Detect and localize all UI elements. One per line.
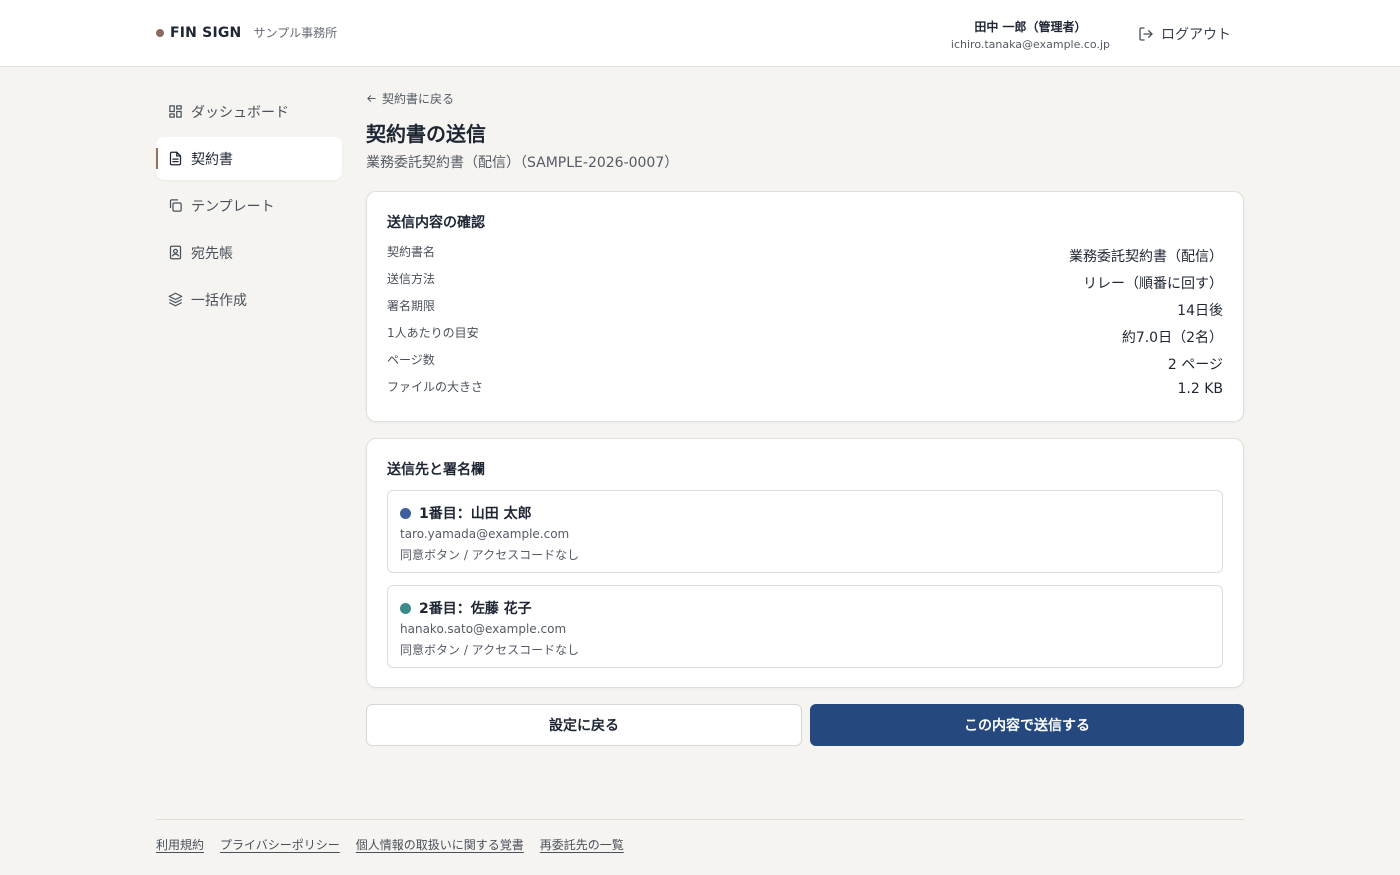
logout-button[interactable]: ログアウト: [1138, 24, 1231, 44]
recipient-name: 1番目：山田 太郎: [419, 506, 532, 522]
user-email: ichiro.tanaka@example.co.jp: [950, 38, 1110, 51]
sidebar-item-address-book[interactable]: 宛先帳: [156, 231, 342, 274]
recipient-sign-method: 同意ボタン / アクセスコードなし: [400, 643, 580, 657]
summary-row-page-count: ページ数 2 ページ: [387, 350, 1223, 377]
row-value: 約7.0日（2名）: [1121, 330, 1223, 346]
brand[interactable]: FIN SIGN サンプル事務所: [156, 24, 337, 41]
organization-name: サンプル事務所: [253, 26, 338, 40]
logout-label: ログアウト: [1161, 27, 1231, 43]
row-label: ファイルの大きさ: [387, 380, 484, 394]
summary-row-file-size: ファイルの大きさ 1.2 KB: [387, 377, 1223, 404]
row-value: 1.2 KB: [1177, 381, 1224, 397]
row-label: 署名期限: [387, 299, 436, 313]
copy-icon: [169, 199, 182, 212]
sidebar-item-label: ダッシュボード: [191, 104, 289, 121]
recipients-card-title: 送信先と署名欄: [387, 462, 485, 478]
sidebar-item-dashboard[interactable]: ダッシュボード: [156, 90, 342, 133]
summary-row-contract-name: 契約書名 業務委託契約書（配信）: [387, 242, 1223, 269]
row-label: 契約書名: [387, 245, 436, 259]
sidebar-item-label: 一括作成: [191, 292, 247, 309]
page-title: 契約書の送信: [366, 122, 486, 146]
brand-name: FIN SIGN: [170, 24, 242, 41]
page-subtitle: 業務委託契約書（配信）（SAMPLE-2026-0007）: [366, 155, 679, 171]
sidebar-item-label: 契約書: [191, 151, 233, 168]
sidebar-item-label: 宛先帳: [191, 245, 233, 262]
user-info: 田中 一郎（管理者） ichiro.tanaka@example.co.jp: [951, 18, 1110, 51]
row-label: 1人あたりの目安: [387, 326, 479, 340]
sidebar-item-label: テンプレート: [191, 198, 275, 215]
summary-card-title: 送信内容の確認: [387, 215, 485, 231]
document-icon: [169, 151, 182, 166]
sidebar-item-bulk-create[interactable]: 一括作成: [156, 278, 342, 321]
arrow-left-icon: [367, 94, 376, 102]
row-value: リレー（順番に回す）: [1083, 276, 1223, 292]
contact-book-icon: [169, 245, 182, 260]
footer-link-subcontractors[interactable]: 再委託先の一覧: [540, 836, 624, 853]
sidebar-item-contracts[interactable]: 契約書: [156, 137, 342, 180]
send-button[interactable]: この内容で送信する: [810, 704, 1244, 746]
dashboard-icon: [169, 105, 182, 118]
sidebar-nav: ダッシュボード 契約書 テンプレート 宛先帳 一括作成: [156, 90, 342, 325]
summary-rows: 契約書名 業務委託契約書（配信） 送信方法 リレー（順番に回す） 署名期限 14…: [387, 242, 1223, 404]
row-value: 業務委託契約書（配信）: [1069, 249, 1223, 265]
footer-link-personal-info-memo[interactable]: 個人情報の取扱いに関する覚書: [356, 836, 524, 853]
footer-links: 利用規約 プライバシーポリシー 個人情報の取扱いに関する覚書 再委託先の一覧: [156, 836, 1244, 853]
back-to-contracts-link[interactable]: 契約書に戻る: [366, 90, 1244, 106]
recipient-color-dot: [400, 507, 411, 519]
recipient-item: 2番目：佐藤 花子 hanako.sato@example.com 同意ボタン …: [387, 585, 1223, 668]
summary-row-deadline: 署名期限 14日後: [387, 296, 1223, 323]
recipient-email: taro.yamada@example.com: [400, 527, 570, 541]
row-label: 送信方法: [387, 272, 436, 286]
brand-logo-dot: [156, 28, 164, 37]
recipient-list: 1番目：山田 太郎 taro.yamada@example.com 同意ボタン …: [387, 490, 1223, 668]
back-link-label: 契約書に戻る: [382, 91, 455, 106]
footer: 利用規約 プライバシーポリシー 個人情報の取扱いに関する覚書 再委託先の一覧: [156, 819, 1244, 853]
back-to-settings-button[interactable]: 設定に戻る: [366, 704, 802, 746]
recipient-email: hanako.sato@example.com: [400, 622, 567, 636]
top-header: FIN SIGN サンプル事務所 田中 一郎（管理者） ichiro.tanak…: [0, 0, 1400, 67]
summary-card: 送信内容の確認 契約書名 業務委託契約書（配信） 送信方法 リレー（順番に回す）…: [366, 191, 1244, 422]
summary-row-send-method: 送信方法 リレー（順番に回す）: [387, 269, 1223, 296]
action-bar: 設定に戻る この内容で送信する: [366, 704, 1244, 746]
summary-row-per-person-estimate: 1人あたりの目安 約7.0日（2名）: [387, 323, 1223, 350]
recipients-card: 送信先と署名欄 1番目：山田 太郎 taro.yamada@example.co…: [366, 438, 1244, 688]
recipient-sign-method: 同意ボタン / アクセスコードなし: [400, 548, 580, 562]
user-name: 田中 一郎（管理者）: [974, 20, 1087, 34]
main-content: 契約書に戻る 契約書の送信 業務委託契約書（配信）（SAMPLE-2026-00…: [366, 90, 1244, 746]
recipient-item: 1番目：山田 太郎 taro.yamada@example.com 同意ボタン …: [387, 490, 1223, 573]
footer-link-privacy[interactable]: プライバシーポリシー: [220, 836, 340, 853]
row-label: ページ数: [387, 353, 435, 367]
row-value: 2 ページ: [1167, 357, 1223, 373]
row-value: 14日後: [1177, 303, 1223, 319]
recipient-name: 2番目：佐藤 花子: [419, 601, 532, 617]
layers-icon: [168, 292, 183, 307]
recipient-color-dot: [400, 602, 411, 614]
footer-link-terms[interactable]: 利用規約: [156, 836, 204, 853]
sidebar-item-templates[interactable]: テンプレート: [156, 184, 342, 227]
logout-icon: [1139, 27, 1153, 41]
